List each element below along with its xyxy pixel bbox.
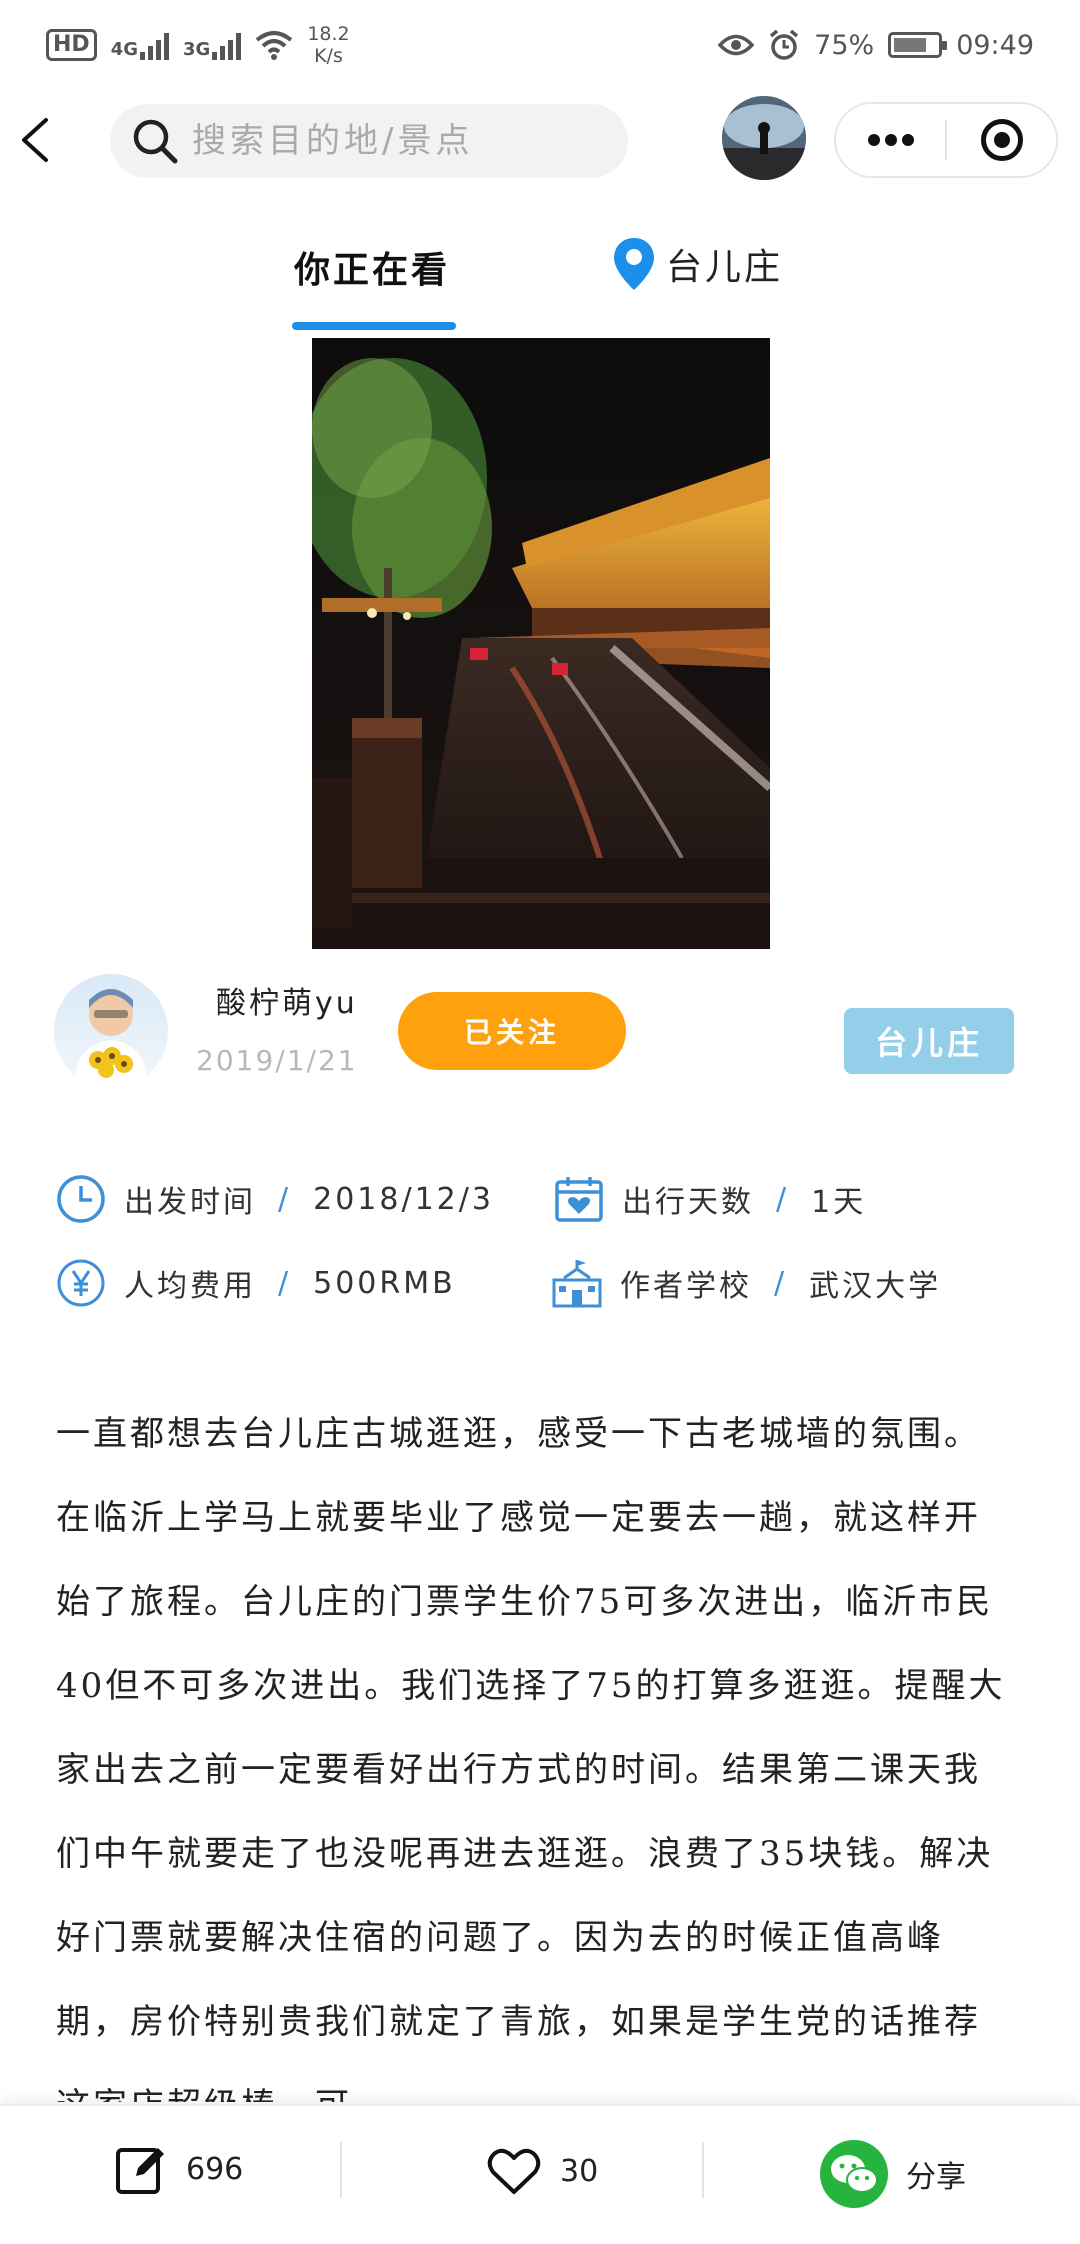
post-photo[interactable] xyxy=(312,338,770,949)
tab-bar: 你正在看 台儿庄 xyxy=(0,226,1080,336)
status-bar-right: 75% 09:49 xyxy=(718,29,1034,61)
author-avatar[interactable] xyxy=(54,974,168,1088)
info-school: 作者学校 / 武汉大学 xyxy=(550,1256,941,1310)
post-date: 2019/1/21 xyxy=(196,1044,358,1077)
separator: / xyxy=(774,1265,788,1301)
divider xyxy=(702,2142,704,2198)
back-arrow-icon[interactable] xyxy=(6,108,70,172)
share-button[interactable]: 分享 xyxy=(820,2140,966,2208)
depart-value: 2018/12/3 xyxy=(313,1181,494,1217)
separator: / xyxy=(278,1265,292,1301)
alarm-icon xyxy=(770,29,799,60)
heart-icon xyxy=(487,2148,541,2194)
author-avatar-image xyxy=(74,989,148,1088)
edit-icon xyxy=(116,2148,164,2194)
more-dots-icon[interactable] xyxy=(836,104,945,176)
clock-icon xyxy=(54,1172,108,1226)
share-label: 分享 xyxy=(906,2160,966,2195)
info-cost: 人均费用 / 500RMB xyxy=(54,1256,456,1310)
location-tag-button[interactable]: 台儿庄 xyxy=(844,1008,1014,1074)
battery-percent: 75% xyxy=(814,29,875,61)
bottom-action-bar: 696 30 分享 xyxy=(0,2104,1080,2244)
tab-watching[interactable]: 你正在看 xyxy=(294,241,450,293)
avatar-image xyxy=(722,96,806,180)
signal-3g: 3G xyxy=(183,30,242,60)
clock-time: 09:49 xyxy=(956,29,1034,61)
signal-4g: 4G xyxy=(111,30,169,60)
like-button[interactable]: 30 xyxy=(486,2146,598,2196)
author-name[interactable]: 酸柠萌yu xyxy=(216,978,358,1022)
status-bar-left: HD 4G 3G 18.2 K/s xyxy=(46,23,350,67)
search-icon xyxy=(133,119,178,164)
status-bar: HD 4G 3G 18.2 K/s 75% 09:49 xyxy=(0,0,1080,90)
battery-fill xyxy=(894,38,926,52)
tab-location[interactable]: 台儿庄 xyxy=(612,236,783,292)
location-pin-icon xyxy=(614,238,654,290)
days-label: 出行天数 xyxy=(622,1185,754,1220)
yen-icon xyxy=(54,1256,108,1310)
separator: / xyxy=(776,1181,790,1217)
night-canal-image xyxy=(312,338,770,949)
mini-program-capsule xyxy=(834,102,1058,178)
article-body: 一直都想去台儿庄古城逛逛，感受一下古老城墙的氛围。在临沂上学马上就要毕业了感觉一… xyxy=(56,1414,1006,2102)
close-circle-icon[interactable] xyxy=(947,104,1056,176)
eye-icon xyxy=(718,34,755,56)
info-days: 出行天数 / 1天 xyxy=(552,1172,866,1226)
divider xyxy=(340,2142,342,2198)
wechat-icon xyxy=(820,2140,888,2208)
search-bar[interactable] xyxy=(110,104,628,178)
top-nav xyxy=(0,96,1080,186)
cost-value: 500RMB xyxy=(313,1265,456,1301)
hd-badge: HD xyxy=(46,29,97,61)
days-value: 1天 xyxy=(811,1185,867,1220)
like-count: 30 xyxy=(560,2153,599,2189)
tab-location-label: 台儿庄 xyxy=(666,247,784,288)
signal-bars-icon xyxy=(212,30,242,60)
cost-label: 人均费用 xyxy=(124,1269,256,1304)
comment-button[interactable]: 696 xyxy=(114,2142,243,2196)
comment-count: 696 xyxy=(186,2151,244,2187)
search-input[interactable] xyxy=(192,121,612,161)
separator: / xyxy=(278,1181,292,1217)
follow-button[interactable]: 已关注 xyxy=(398,992,626,1070)
calendar-heart-icon xyxy=(552,1172,606,1226)
school-label: 作者学校 xyxy=(620,1269,752,1304)
battery-icon xyxy=(888,32,948,58)
signal-bars-icon xyxy=(140,30,169,60)
tab-active-indicator xyxy=(292,322,456,330)
user-avatar[interactable] xyxy=(722,96,806,180)
wifi-icon xyxy=(256,31,293,60)
depart-label: 出发时间 xyxy=(124,1185,256,1220)
school-icon xyxy=(550,1256,604,1310)
network-speed: 18.2 K/s xyxy=(307,23,350,67)
info-depart: 出发时间 / 2018/12/3 xyxy=(54,1172,494,1226)
school-value: 武汉大学 xyxy=(809,1269,942,1304)
